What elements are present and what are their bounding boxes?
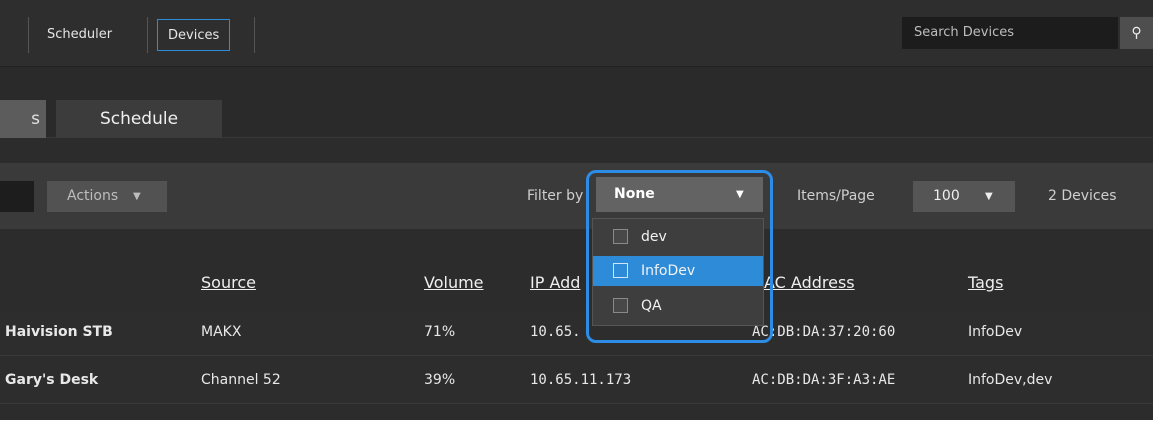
column-header-tags[interactable]: Tags [968, 273, 1003, 292]
items-per-page-value: 100 [933, 188, 960, 204]
device-name: Gary's Desk [5, 372, 99, 388]
column-header-volume[interactable]: Volume [424, 273, 484, 292]
checkbox[interactable] [613, 229, 628, 244]
nav-tab-devices[interactable]: Devices [157, 19, 231, 51]
device-mac: AC:DB:DA:37:20:60 [752, 324, 896, 340]
chevron-down-icon: ▼ [985, 191, 993, 202]
checkbox[interactable] [613, 263, 628, 278]
device-mac: AC:DB:DA:3F:A3:AE [752, 372, 896, 388]
device-volume: 71% [424, 324, 456, 340]
nav-divider [147, 17, 148, 53]
filter-option-label: dev [641, 229, 667, 245]
select-all-box[interactable] [0, 181, 34, 212]
app-frame: Scheduler Devices Search Devices ⚲ s Sch… [0, 0, 1153, 420]
device-source: MAKX [201, 324, 242, 340]
device-ip: 10.65.11.173 [530, 372, 632, 388]
chevron-down-icon: ▼ [133, 191, 141, 202]
search-devices-input[interactable]: Search Devices [902, 17, 1118, 49]
table-row[interactable]: Gary's Desk Channel 52 39% 10.65.11.173 … [0, 359, 1153, 404]
table-row[interactable]: Haivision STB MAKX 71% 10.65. AC:DB:DA:3… [0, 311, 1153, 356]
column-header-source[interactable]: Source [201, 273, 256, 292]
nav-divider [254, 17, 255, 53]
items-per-page-select[interactable]: 100 ▼ [913, 181, 1015, 212]
actions-label: Actions [67, 188, 119, 204]
table-header: Source Volume IP Add AC Address Tags [0, 259, 1153, 311]
checkbox[interactable] [613, 298, 628, 313]
subtab-bar: s Schedule [0, 67, 1153, 138]
device-tags: InfoDev [968, 324, 1023, 340]
filter-by-select[interactable]: None ▼ [596, 177, 763, 212]
chevron-down-icon: ▼ [736, 189, 744, 200]
nav-divider [28, 17, 29, 53]
search-icon: ⚲ [1131, 25, 1142, 41]
device-source: Channel 52 [201, 372, 281, 388]
device-volume: 39% [424, 372, 456, 388]
filter-option-label: QA [641, 298, 662, 314]
tab-schedule[interactable]: Schedule [56, 100, 222, 138]
filter-by-label: Filter by [527, 188, 584, 204]
filter-option-dev[interactable]: dev [593, 222, 763, 252]
filter-dropdown-list: dev InfoDev QA [592, 218, 764, 326]
nav-tab-scheduler[interactable]: Scheduler [37, 19, 122, 51]
filter-by-value: None [614, 186, 655, 202]
column-header-mac-address[interactable]: AC Address [764, 273, 855, 292]
actions-dropdown[interactable]: Actions ▼ [47, 181, 167, 212]
tab-devices-partial[interactable]: s [0, 100, 46, 138]
search-button[interactable]: ⚲ [1120, 17, 1153, 49]
top-navigation: Scheduler Devices Search Devices ⚲ [0, 0, 1153, 67]
filter-option-label: InfoDev [641, 263, 696, 279]
device-tags: InfoDev,dev [968, 372, 1053, 388]
device-count: 2 Devices [1048, 188, 1117, 204]
device-name: Haivision STB [5, 324, 113, 340]
device-toolbar: Actions ▼ Filter by Items/Page 100 ▼ 2 D… [0, 163, 1153, 229]
filter-option-qa[interactable]: QA [593, 291, 763, 321]
filter-option-infodev[interactable]: InfoDev [593, 256, 763, 286]
device-ip: 10.65. [530, 324, 581, 340]
items-per-page-label: Items/Page [797, 188, 875, 204]
column-header-ip-address[interactable]: IP Add [530, 273, 580, 292]
